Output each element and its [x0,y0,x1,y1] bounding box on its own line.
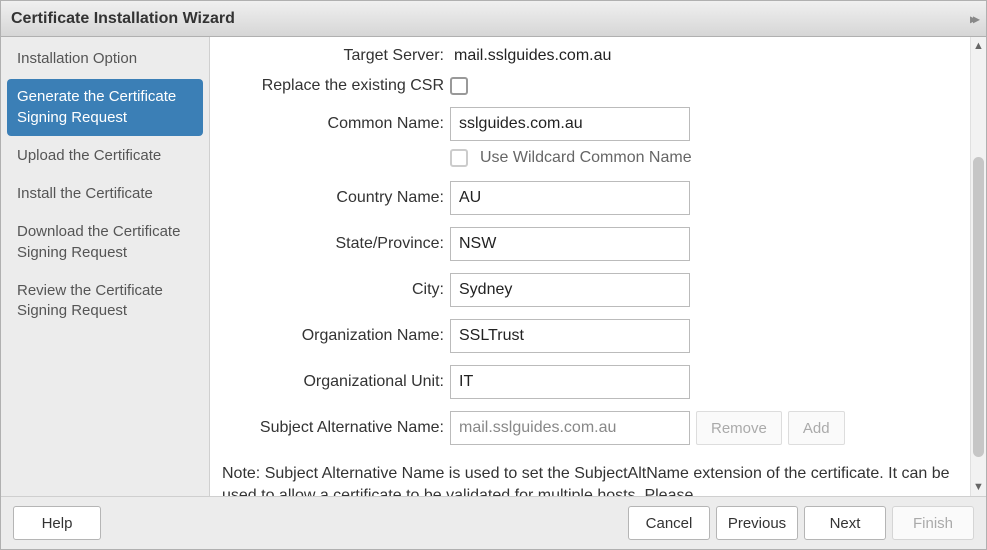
step-upload-certificate[interactable]: Upload the Certificate [7,138,203,174]
step-generate-csr[interactable]: Generate the Certificate Signing Request [7,79,203,136]
step-download-csr[interactable]: Download the Certificate Signing Request [7,214,203,271]
san-add-button: Add [788,411,845,445]
san-remove-button: Remove [696,411,782,445]
help-button[interactable]: Help [13,506,101,540]
step-install-certificate[interactable]: Install the Certificate [7,176,203,212]
target-server-value: mail.sslguides.com.au [450,47,611,65]
state-label: State/Province: [218,235,450,253]
row-state: State/Province: [218,227,962,261]
wizard-body: Installation Option Generate the Certifi… [1,37,986,496]
row-replace-csr: Replace the existing CSR [218,77,962,95]
title-bar: Certificate Installation Wizard ▸▸ [1,1,986,37]
step-review-csr[interactable]: Review the Certificate Signing Request [7,273,203,330]
city-label: City: [218,281,450,299]
wizard-steps-sidebar: Installation Option Generate the Certifi… [1,37,209,496]
row-san: Subject Alternative Name: Remove Add [218,411,962,445]
expand-icon[interactable]: ▸▸ [970,10,976,27]
content-wrapper: Target Server: mail.sslguides.com.au Rep… [209,37,986,496]
row-city: City: [218,273,962,307]
country-input[interactable] [450,181,690,215]
scrollbar-vertical[interactable]: ▲ ▼ [970,37,986,496]
row-org: Organization Name: [218,319,962,353]
next-button[interactable]: Next [804,506,886,540]
row-target-server: Target Server: mail.sslguides.com.au [218,47,962,65]
wizard-footer: Help Cancel Previous Next Finish [1,496,986,549]
ou-label: Organizational Unit: [218,373,450,391]
target-server-label: Target Server: [218,47,450,65]
ou-input[interactable] [450,365,690,399]
scroll-up-icon[interactable]: ▲ [971,37,986,55]
window-title: Certificate Installation Wizard [11,10,235,28]
row-common-name: Common Name: [218,107,962,141]
state-input[interactable] [450,227,690,261]
wildcard-label: Use Wildcard Common Name [480,149,692,167]
common-name-input[interactable] [450,107,690,141]
city-input[interactable] [450,273,690,307]
scroll-thumb[interactable] [973,157,984,457]
scroll-down-icon[interactable]: ▼ [971,478,986,496]
country-label: Country Name: [218,189,450,207]
form-content: Target Server: mail.sslguides.com.au Rep… [210,37,970,496]
row-country: Country Name: [218,181,962,215]
org-input[interactable] [450,319,690,353]
previous-button[interactable]: Previous [716,506,798,540]
replace-csr-checkbox[interactable] [450,77,468,95]
row-wildcard: Use Wildcard Common Name [218,149,962,167]
row-ou: Organizational Unit: [218,365,962,399]
cancel-button[interactable]: Cancel [628,506,710,540]
wildcard-checkbox[interactable] [450,149,468,167]
san-label: Subject Alternative Name: [218,419,450,437]
common-name-label: Common Name: [218,115,450,133]
finish-button: Finish [892,506,974,540]
step-installation-option[interactable]: Installation Option [7,41,203,77]
org-label: Organization Name: [218,327,450,345]
san-note-text: Note: Subject Alternative Name is used t… [218,457,962,496]
replace-csr-label: Replace the existing CSR [218,77,450,95]
san-input[interactable] [450,411,690,445]
